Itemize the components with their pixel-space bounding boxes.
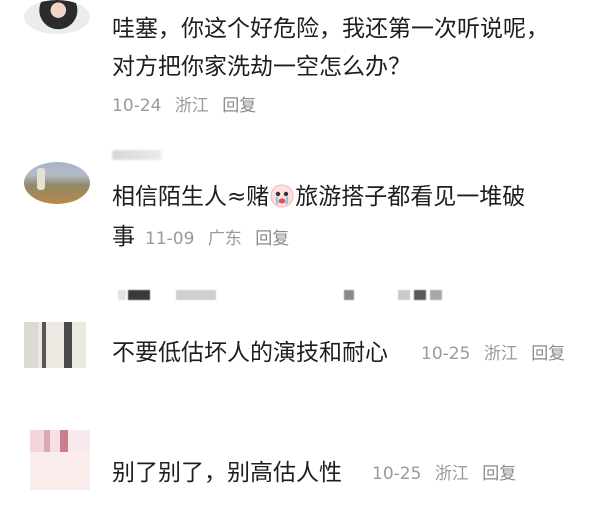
blurred-action-row bbox=[118, 290, 448, 302]
comment-location: 浙江 bbox=[174, 96, 209, 116]
comment-text-continued: 旅游搭子都看见一堆破 bbox=[295, 184, 526, 210]
comment-text-line-2: 对方把你家洗劫一空怎么办？ bbox=[112, 54, 411, 80]
comment-text: 相信陌生人≈赌 bbox=[112, 184, 270, 210]
reply-button[interactable]: 回复 bbox=[482, 464, 516, 484]
comment-date: 10-25 bbox=[372, 464, 422, 484]
comment-text-line-1: 哇塞，你这个好危险，我还第一次听说呢， bbox=[112, 16, 549, 42]
comment-meta: 10-25 浙江 回复 bbox=[421, 343, 573, 365]
avatar[interactable] bbox=[24, 322, 86, 368]
comment-location: 浙江 bbox=[483, 344, 518, 364]
comment-date: 10-25 bbox=[421, 344, 471, 364]
comment-date: 10-24 bbox=[112, 96, 162, 116]
comment-date: 11-09 bbox=[145, 229, 195, 249]
crying-face-icon bbox=[269, 183, 295, 209]
avatar[interactable] bbox=[30, 430, 90, 490]
comment-meta: 10-25 浙江 回复 bbox=[372, 463, 524, 485]
comment-text-line-2: 事 bbox=[112, 222, 135, 252]
comment-row: 别了别了，别高估人性 bbox=[112, 458, 342, 488]
comment-meta: 11-09 广东 回复 bbox=[145, 228, 297, 250]
comment-text-line-1: 相信陌生人≈赌 旅游搭子都看见一堆破 bbox=[112, 182, 525, 212]
username-blurred[interactable] bbox=[112, 150, 162, 160]
comment-meta: 10-24 浙江 回复 bbox=[112, 95, 264, 117]
reply-button[interactable]: 回复 bbox=[255, 229, 289, 249]
avatar[interactable] bbox=[24, 0, 90, 34]
reply-button[interactable]: 回复 bbox=[531, 344, 565, 364]
comment-text: 不要低估坏人的演技和耐心 bbox=[112, 340, 388, 366]
comment-location: 浙江 bbox=[434, 464, 469, 484]
reply-button[interactable]: 回复 bbox=[222, 96, 256, 116]
comment-text-tail: 事 bbox=[112, 224, 135, 250]
avatar[interactable] bbox=[24, 162, 90, 204]
comment-row: 不要低估坏人的演技和耐心 bbox=[112, 338, 388, 368]
comment-location: 广东 bbox=[207, 229, 242, 249]
comment-text: 别了别了，别高估人性 bbox=[112, 460, 342, 486]
